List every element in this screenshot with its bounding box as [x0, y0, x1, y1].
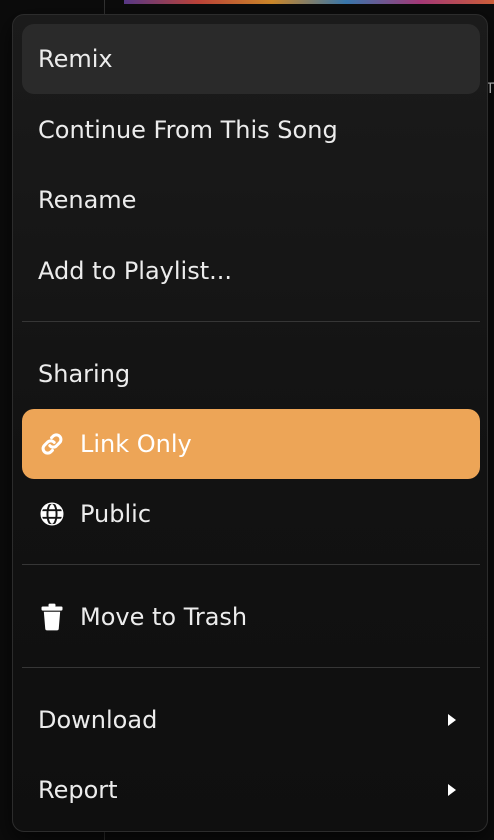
menu-item-label: Public [80, 500, 152, 528]
globe-icon [38, 500, 66, 528]
menu-separator [22, 564, 480, 565]
menu-item-continue-from-song[interactable]: Continue From This Song [22, 95, 480, 165]
menu-item-rename[interactable]: Rename [22, 165, 480, 235]
menu-item-report[interactable]: Report [22, 755, 480, 825]
menu-item-label: Continue From This Song [38, 116, 338, 144]
sharing-option-link-only[interactable]: Link Only [22, 409, 480, 479]
menu-item-download[interactable]: Download [22, 685, 480, 755]
sharing-option-public[interactable]: Public [22, 479, 480, 549]
menu-item-label: Link Only [80, 430, 192, 458]
trash-icon [38, 603, 66, 631]
chevron-right-icon [446, 713, 458, 727]
menu-item-label: Add to Playlist... [38, 257, 233, 285]
menu-item-label: Remix [38, 45, 113, 73]
sharing-section-header: Sharing [22, 339, 480, 409]
menu-item-add-to-playlist[interactable]: Add to Playlist... [22, 236, 480, 306]
menu-item-remix[interactable]: Remix [22, 24, 480, 94]
menu-item-label: Rename [38, 186, 137, 214]
album-art-strip [124, 0, 494, 4]
chevron-right-icon [446, 783, 458, 797]
menu-item-label: Download [38, 706, 158, 734]
menu-item-label: Move to Trash [80, 603, 248, 631]
menu-separator [22, 667, 480, 668]
link-icon [38, 430, 66, 458]
menu-item-label: Report [38, 776, 118, 804]
menu-separator [22, 321, 480, 322]
section-header-label: Sharing [38, 360, 131, 388]
menu-item-move-to-trash[interactable]: Move to Trash [22, 582, 480, 652]
song-context-menu: Remix Continue From This Song Rename Add… [12, 14, 488, 832]
